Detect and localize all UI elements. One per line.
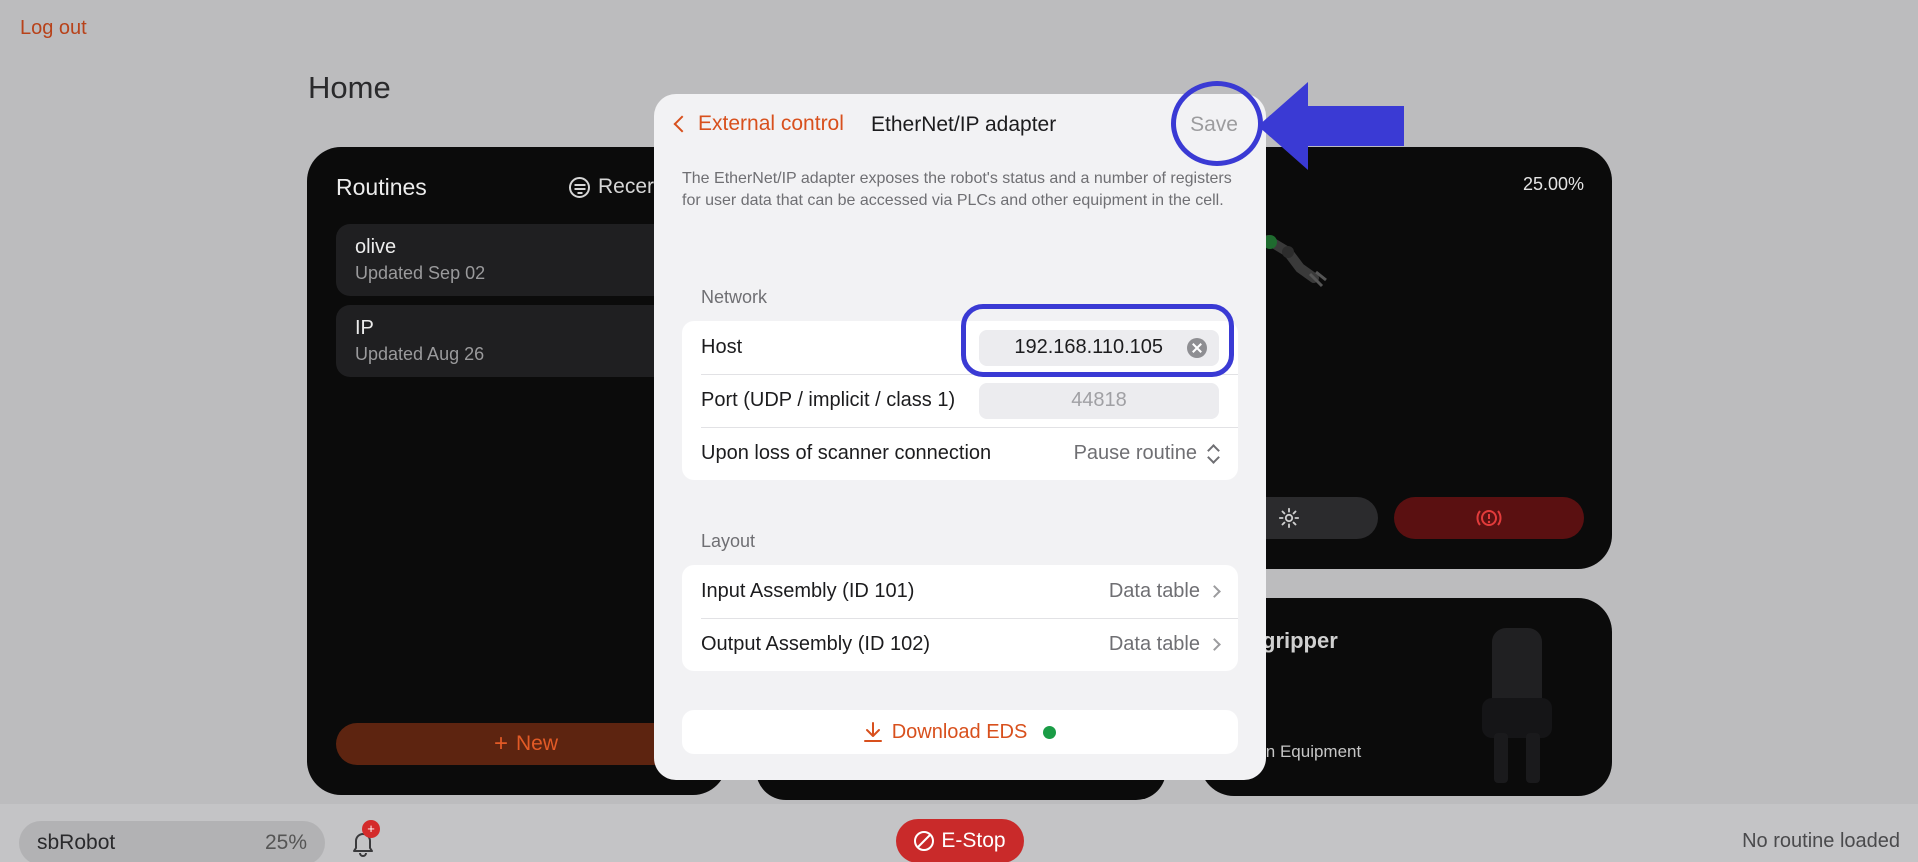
port-placeholder: 44818 — [1071, 389, 1127, 411]
output-assembly-label: Output Assembly (ID 102) — [701, 633, 930, 655]
routine-name: olive — [355, 236, 397, 258]
robot-selector[interactable]: sbRobot 25% — [19, 821, 325, 862]
estop-label: E-Stop — [941, 829, 1006, 852]
robot-speed-label: 25.00% — [1522, 174, 1584, 194]
brake-warning-icon — [1476, 510, 1502, 526]
robot-name: sbRobot — [37, 831, 116, 854]
output-assembly-value: Data table — [1108, 633, 1200, 655]
scanner-loss-label: Upon loss of scanner connection — [701, 442, 992, 464]
input-assembly-label: Input Assembly (ID 101) — [701, 580, 915, 602]
port-label: Port (UDP / implicit / class 1) — [701, 389, 956, 411]
gripper-title: gripper — [1262, 628, 1338, 653]
routine-updated: Updated Aug 26 — [355, 344, 485, 364]
status-dot — [1043, 725, 1057, 739]
network-section-label: Network — [701, 287, 768, 307]
download-eds-label: Download EDS — [891, 720, 1028, 743]
scanner-loss-select[interactable]: Pause routine — [1074, 442, 1219, 465]
host-input[interactable]: 192.168.110.105 — [979, 329, 1219, 366]
routine-status: No routine loaded — [1742, 830, 1900, 852]
save-button[interactable]: Save — [1190, 113, 1238, 137]
gripper-subtitle: in Equipment — [1262, 742, 1362, 761]
chevron-left-icon — [673, 115, 691, 133]
chevron-right-icon — [1208, 585, 1221, 598]
download-eds-button[interactable]: Download EDS — [682, 710, 1238, 754]
output-assembly-row[interactable]: Output Assembly (ID 102) Data table — [682, 618, 1238, 671]
new-routine-label: New — [516, 732, 559, 755]
chevron-right-icon — [1208, 638, 1221, 651]
routine-updated: Updated Sep 02 — [355, 263, 486, 283]
scanner-loss-row[interactable]: Upon loss of scanner connection Pause ro… — [682, 427, 1238, 480]
host-value: 192.168.110.105 — [1014, 336, 1163, 358]
gripper-image — [1482, 628, 1552, 783]
back-button[interactable]: External control — [673, 112, 844, 136]
bottom-bar: sbRobot 25% + E-Stop No routine loaded — [0, 804, 1918, 862]
modal-header: External control EtherNet/IP adapter Sav… — [654, 94, 1266, 154]
gear-icon — [1278, 507, 1300, 529]
host-label: Host — [701, 336, 743, 358]
filter-icon — [569, 176, 590, 198]
logout-link[interactable]: Log out — [20, 17, 87, 40]
port-input[interactable]: 44818 — [979, 382, 1219, 419]
routines-title: Routines — [336, 174, 427, 200]
scanner-loss-value: Pause routine — [1073, 442, 1197, 464]
network-group: Host 192.168.110.105 Port (UDP / implici… — [682, 321, 1238, 480]
download-icon — [863, 722, 882, 742]
back-label: External control — [698, 112, 844, 135]
input-assembly-value: Data table — [1108, 580, 1200, 602]
page-title: Home — [308, 70, 391, 105]
port-row: Port (UDP / implicit / class 1) 44818 — [682, 374, 1238, 427]
modal-title: EtherNet/IP adapter — [871, 113, 1057, 136]
layout-group: Input Assembly (ID 101) Data table Outpu… — [682, 565, 1238, 671]
estop-button[interactable]: E-Stop — [896, 819, 1024, 862]
chevron-up-down-icon — [1207, 444, 1219, 464]
robot-brake-button[interactable] — [1394, 497, 1584, 539]
plus-icon: + — [493, 730, 508, 757]
robot-speed: 25% — [264, 831, 307, 854]
robot-arm-image — [1263, 235, 1327, 288]
clear-icon[interactable] — [1187, 337, 1207, 358]
notification-badge: + — [362, 820, 380, 838]
sort-button[interactable]: Recer — [569, 175, 654, 199]
input-assembly-row[interactable]: Input Assembly (ID 101) Data table — [682, 565, 1238, 618]
ethernet-ip-modal: External control EtherNet/IP adapter Sav… — [654, 94, 1266, 780]
modal-description: The EtherNet/IP adapter exposes the robo… — [682, 170, 1232, 209]
routine-name: IP — [355, 317, 374, 339]
host-row: Host 192.168.110.105 — [682, 321, 1238, 374]
sort-label: Recer — [598, 175, 655, 198]
layout-section-label: Layout — [701, 531, 756, 551]
prohibit-icon — [914, 831, 935, 851]
